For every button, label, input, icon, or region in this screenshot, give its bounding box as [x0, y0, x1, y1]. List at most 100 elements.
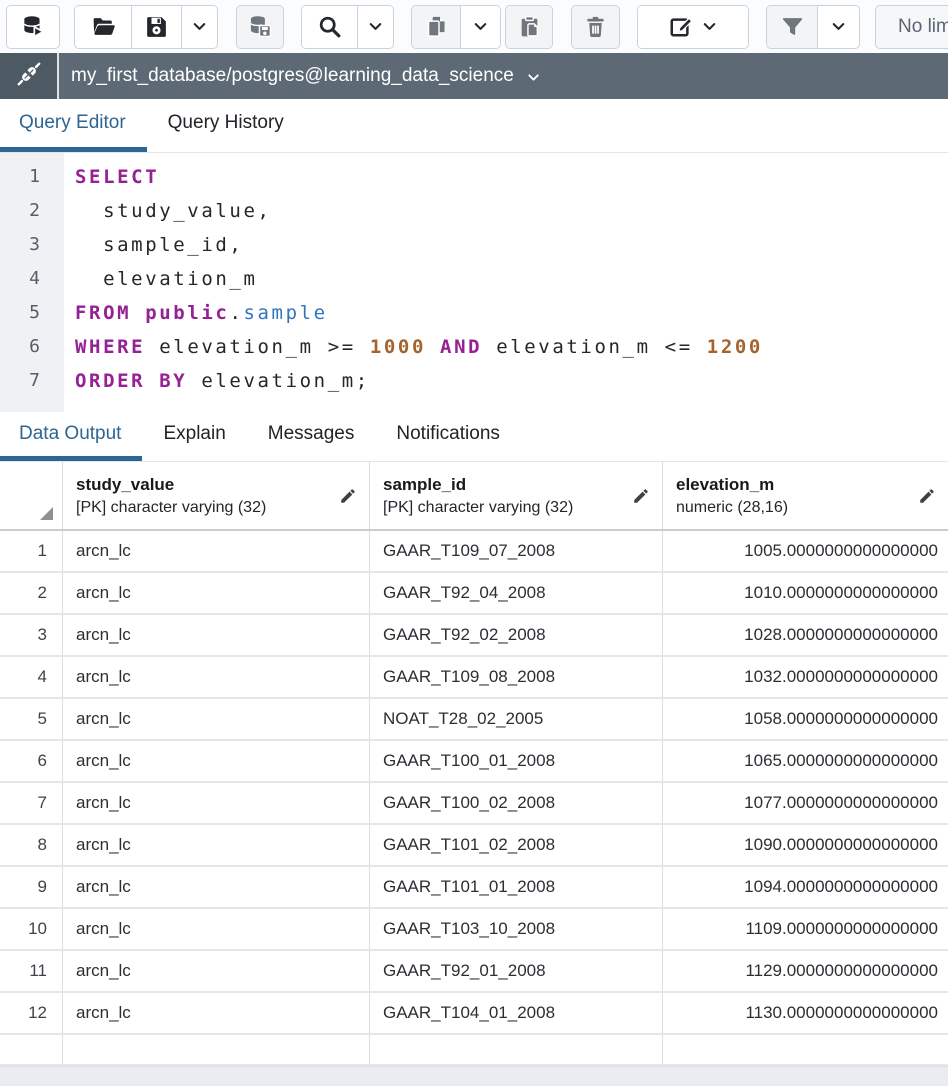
- table-row: 1arcn_lcGAAR_T109_07_20081005.0000000000…: [0, 531, 948, 573]
- row-number-cell[interactable]: 7: [0, 783, 63, 823]
- row-number-cell[interactable]: 5: [0, 699, 63, 739]
- cell-study-value[interactable]: arcn_lc: [63, 657, 370, 697]
- cell-sample-id[interactable]: GAAR_T92_02_2008: [370, 615, 663, 655]
- save-options-dropdown[interactable]: [181, 6, 217, 48]
- chevron-down-icon: [829, 17, 848, 36]
- cell-study-value[interactable]: arcn_lc: [63, 951, 370, 991]
- edit-menu-button[interactable]: [638, 6, 748, 48]
- cell-elevation-m[interactable]: 1094.0000000000000000: [663, 867, 948, 907]
- column-name: study_value: [76, 472, 369, 497]
- row-number-cell[interactable]: 4: [0, 657, 63, 697]
- cell-elevation-m[interactable]: 1032.0000000000000000: [663, 657, 948, 697]
- filter-icon: [780, 14, 805, 39]
- cell-sample-id[interactable]: GAAR_T103_10_2008: [370, 909, 663, 949]
- row-number-cell[interactable]: 10: [0, 909, 63, 949]
- sql-line[interactable]: study_value,: [75, 194, 763, 228]
- copy-options-dropdown[interactable]: [460, 6, 500, 48]
- tab-explain[interactable]: Explain: [142, 412, 246, 461]
- search-icon: [317, 14, 342, 39]
- column-header-sample-id[interactable]: sample_id [PK] character varying (32): [370, 462, 663, 529]
- cell-sample-id[interactable]: GAAR_T92_01_2008: [370, 951, 663, 991]
- cell-elevation-m[interactable]: 1058.0000000000000000: [663, 699, 948, 739]
- copy-button[interactable]: [412, 6, 460, 48]
- column-header-elevation-m[interactable]: elevation_m numeric (28,16): [663, 462, 948, 529]
- sql-token: elevation_m: [75, 268, 258, 290]
- cell-study-value[interactable]: arcn_lc: [63, 909, 370, 949]
- row-number-cell[interactable]: 2: [0, 573, 63, 613]
- row-number-cell[interactable]: 6: [0, 741, 63, 781]
- pencil-edit-icon[interactable]: [632, 487, 650, 505]
- sql-line[interactable]: elevation_m: [75, 262, 763, 296]
- cell-sample-id[interactable]: GAAR_T109_07_2008: [370, 531, 663, 571]
- save-data-changes-button[interactable]: [237, 6, 283, 48]
- cell-sample-id[interactable]: GAAR_T92_04_2008: [370, 573, 663, 613]
- cell-sample-id[interactable]: GAAR_T100_02_2008: [370, 783, 663, 823]
- paste-icon: [517, 14, 542, 39]
- filter-button[interactable]: [767, 6, 817, 48]
- tab-data-output[interactable]: Data Output: [0, 412, 142, 461]
- cell-elevation-m[interactable]: 1005.0000000000000000: [663, 531, 948, 571]
- select-all-triangle-icon[interactable]: [40, 507, 53, 520]
- paste-button[interactable]: [506, 6, 552, 48]
- sql-token: FROM: [75, 302, 131, 324]
- cell-sample-id[interactable]: GAAR_T100_01_2008: [370, 741, 663, 781]
- pencil-edit-icon[interactable]: [339, 487, 357, 505]
- row-number-cell[interactable]: 12: [0, 993, 63, 1033]
- row-number-cell[interactable]: 3: [0, 615, 63, 655]
- cell-study-value[interactable]: arcn_lc: [63, 993, 370, 1033]
- select-all-cell[interactable]: [0, 462, 63, 529]
- cell-elevation-m[interactable]: 1077.0000000000000000: [663, 783, 948, 823]
- tab-messages[interactable]: Messages: [247, 412, 376, 461]
- cell-elevation-m[interactable]: 1129.0000000000000000: [663, 951, 948, 991]
- find-button[interactable]: [302, 6, 357, 48]
- sql-line[interactable]: WHERE elevation_m >= 1000 AND elevation_…: [75, 330, 763, 364]
- row-number-cell[interactable]: 11: [0, 951, 63, 991]
- cell-sample-id[interactable]: GAAR_T101_02_2008: [370, 825, 663, 865]
- cell-elevation-m[interactable]: 1090.0000000000000000: [663, 825, 948, 865]
- row-number-cell[interactable]: 8: [0, 825, 63, 865]
- table-row: 5arcn_lcNOAT_T28_02_20051058.00000000000…: [0, 699, 948, 741]
- row-number-cell[interactable]: 9: [0, 867, 63, 907]
- cell-study-value[interactable]: arcn_lc: [63, 867, 370, 907]
- cell-sample-id[interactable]: GAAR_T101_01_2008: [370, 867, 663, 907]
- sql-line[interactable]: FROM public.sample: [75, 296, 763, 330]
- pencil-edit-icon[interactable]: [918, 487, 936, 505]
- cell-sample-id[interactable]: GAAR_T109_08_2008: [370, 657, 663, 697]
- sql-editor[interactable]: 1234567 SELECT study_value, sample_id, e…: [0, 153, 948, 412]
- tab-query-editor[interactable]: Query Editor: [0, 99, 147, 152]
- cell-elevation-m[interactable]: 1028.0000000000000000: [663, 615, 948, 655]
- cell-study-value[interactable]: arcn_lc: [63, 783, 370, 823]
- query-tool-button[interactable]: [7, 6, 59, 48]
- tab-query-history[interactable]: Query History: [147, 99, 305, 152]
- save-file-button[interactable]: [131, 6, 181, 48]
- cell-study-value[interactable]: arcn_lc: [63, 573, 370, 613]
- cell-study-value[interactable]: arcn_lc: [63, 741, 370, 781]
- cell-sample-id[interactable]: NOAT_T28_02_2005: [370, 699, 663, 739]
- cell-elevation-m[interactable]: 1065.0000000000000000: [663, 741, 948, 781]
- sql-line[interactable]: ORDER BY elevation_m;: [75, 364, 763, 398]
- horizontal-scrollbar-track[interactable]: [0, 1066, 948, 1086]
- sql-token: 1200: [707, 336, 763, 358]
- filter-options-dropdown[interactable]: [817, 6, 859, 48]
- cell-study-value[interactable]: arcn_lc: [63, 825, 370, 865]
- find-options-dropdown[interactable]: [357, 6, 393, 48]
- row-number-cell[interactable]: 1: [0, 531, 63, 571]
- sql-line[interactable]: sample_id,: [75, 228, 763, 262]
- column-header-study-value[interactable]: study_value [PK] character varying (32): [63, 462, 370, 529]
- cell-study-value[interactable]: arcn_lc: [63, 531, 370, 571]
- cell-elevation-m[interactable]: 1010.0000000000000000: [663, 573, 948, 613]
- sql-code[interactable]: SELECT study_value, sample_id, elevation…: [64, 160, 763, 412]
- row-limit-select[interactable]: No limit: [875, 5, 948, 49]
- sql-token: sample_id,: [75, 234, 243, 256]
- sql-line[interactable]: SELECT: [75, 160, 763, 194]
- cell-study-value[interactable]: arcn_lc: [63, 699, 370, 739]
- cell-sample-id[interactable]: GAAR_T104_01_2008: [370, 993, 663, 1033]
- delete-button[interactable]: [572, 6, 619, 48]
- grid-header-row: study_value [PK] character varying (32) …: [0, 462, 948, 531]
- cell-elevation-m[interactable]: 1109.0000000000000000: [663, 909, 948, 949]
- cell-elevation-m[interactable]: 1130.0000000000000000: [663, 993, 948, 1033]
- cell-study-value[interactable]: arcn_lc: [63, 615, 370, 655]
- tab-notifications[interactable]: Notifications: [375, 412, 521, 461]
- connection-selector[interactable]: my_first_database/postgres@learning_data…: [59, 53, 542, 99]
- open-file-button[interactable]: [75, 6, 131, 48]
